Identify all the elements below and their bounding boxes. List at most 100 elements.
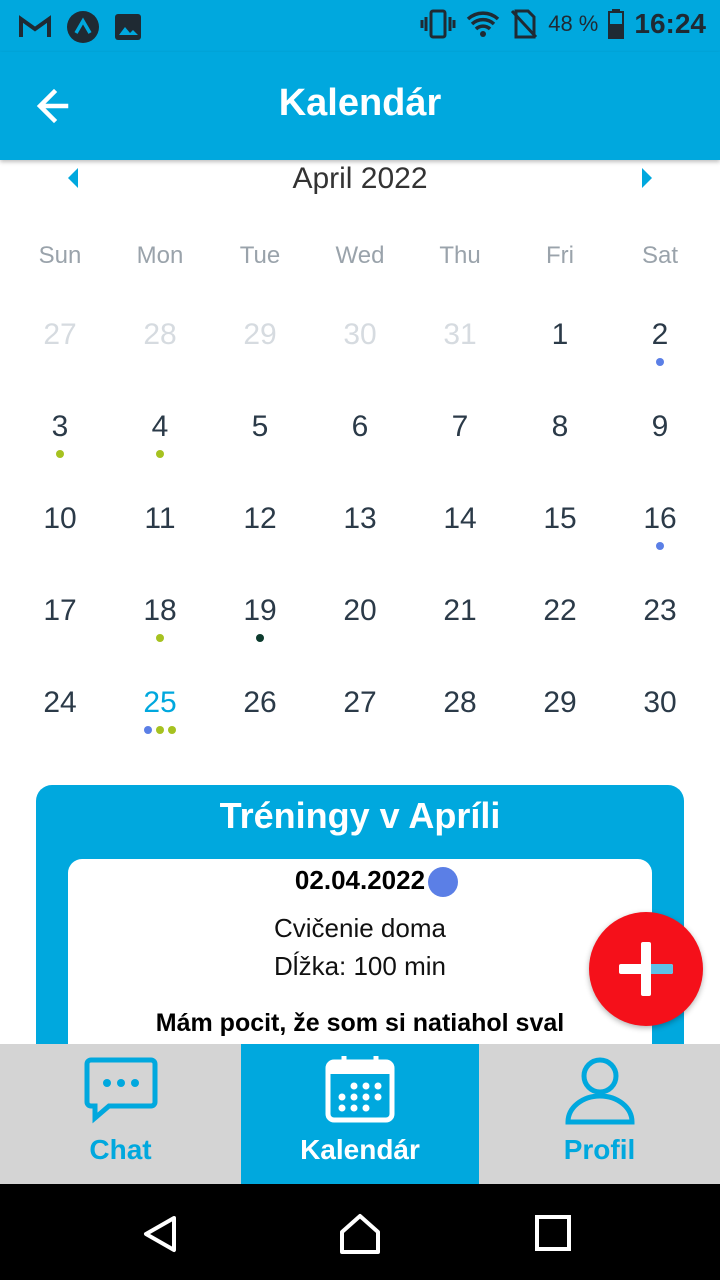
month-selector: April 2022 <box>0 160 720 200</box>
calendar-day[interactable]: 23 <box>610 576 710 668</box>
event-dot <box>656 358 664 366</box>
nav-calendar[interactable]: Kalendár <box>241 1044 479 1184</box>
calendar-day[interactable]: 27 <box>310 668 410 760</box>
event-dots <box>110 634 210 642</box>
calendar-day[interactable]: 29 <box>210 300 310 392</box>
calendar-week: 3 4 5 6 7 8 9 <box>10 392 710 484</box>
event-dot <box>156 726 164 734</box>
add-training-button[interactable] <box>589 912 703 1026</box>
vibrate-icon <box>420 9 456 39</box>
calendar-day[interactable]: 4 <box>110 392 210 484</box>
image-icon <box>115 14 141 40</box>
event-dots <box>110 726 210 734</box>
day-number: 26 <box>243 686 277 719</box>
nav-profile-label: Profil <box>563 1134 636 1165</box>
day-number: 3 <box>51 410 69 443</box>
calendar-day[interactable]: 30 <box>310 300 410 392</box>
day-number: 23 <box>643 594 677 627</box>
day-number: 12 <box>243 502 277 535</box>
day-number: 16 <box>643 502 677 535</box>
month-label: April 2022 <box>292 162 428 195</box>
day-number: 22 <box>543 594 577 627</box>
calendar-day[interactable]: 15 <box>510 484 610 576</box>
event-dots <box>610 358 710 366</box>
training-note: Mám pocit, že som si natiahol sval <box>155 1009 565 1037</box>
day-number: 30 <box>343 318 377 351</box>
day-number: 28 <box>143 318 177 351</box>
calendar-day[interactable]: 1 <box>510 300 610 392</box>
calendar-day[interactable]: 27 <box>10 300 110 392</box>
recents-icon[interactable] <box>534 1214 572 1252</box>
day-number: 11 <box>144 502 176 535</box>
calendar-day[interactable]: 11 <box>110 484 210 576</box>
weekday-label: Fri <box>546 242 574 269</box>
calendar-day[interactable]: 16 <box>610 484 710 576</box>
profile-icon <box>564 1057 635 1125</box>
calendar-day[interactable]: 18 <box>110 576 210 668</box>
calendar-day[interactable]: 22 <box>510 576 610 668</box>
calendar-day[interactable]: 12 <box>210 484 310 576</box>
event-dot <box>256 634 264 642</box>
day-number: 8 <box>551 410 569 443</box>
day-number: 1 <box>551 318 569 351</box>
battery-icon <box>608 9 625 39</box>
calendar-day[interactable]: 6 <box>310 392 410 484</box>
nav-chat[interactable]: Chat <box>0 1044 241 1184</box>
day-number: 10 <box>43 502 77 535</box>
calendar-day[interactable]: 10 <box>10 484 110 576</box>
chat-icon <box>84 1057 157 1124</box>
calendar-day[interactable]: 3 <box>10 392 110 484</box>
calendar-grid: 27 28 29 30 31 1 2 3 4 5 6 7 8 9 10 11 12 13 14 15 16 17 18 19 2… <box>10 300 710 760</box>
nav-chat-label: Chat <box>89 1134 152 1165</box>
day-number: 24 <box>43 686 77 719</box>
day-number: 2 <box>651 318 669 351</box>
calendar-week: 24 25 26 27 28 29 30 <box>10 668 710 760</box>
calendar-day[interactable]: 9 <box>610 392 710 484</box>
day-number: 14 <box>443 502 477 535</box>
training-color-dot <box>428 867 458 897</box>
next-month-icon[interactable] <box>636 166 656 190</box>
battery-percent: 48 % <box>548 11 599 36</box>
calendar-day[interactable]: 7 <box>410 392 510 484</box>
calendar-day[interactable]: 8 <box>510 392 610 484</box>
calendar-day[interactable]: 17 <box>10 576 110 668</box>
home-icon[interactable] <box>338 1212 382 1256</box>
calendar-day[interactable]: 26 <box>210 668 310 760</box>
day-number: 7 <box>451 410 469 443</box>
calendar-day[interactable]: 13 <box>310 484 410 576</box>
weekday-label: Sat <box>641 242 679 269</box>
nav-calendar-label: Kalendár <box>300 1134 420 1165</box>
event-dot <box>156 450 164 458</box>
calendar-day[interactable]: 24 <box>10 668 110 760</box>
trainings-card: Tréningy v Apríli 02.04.2022 Cvičenie do… <box>36 785 684 1079</box>
calendar-day[interactable]: 5 <box>210 392 310 484</box>
day-number: 30 <box>643 686 677 719</box>
calendar-day[interactable]: 30 <box>610 668 710 760</box>
day-number: 15 <box>543 502 577 535</box>
weekday-label: Mon <box>136 242 184 269</box>
gmail-icon <box>19 15 51 37</box>
calendar-day[interactable]: 28 <box>110 300 210 392</box>
app-bar: Kalendár <box>0 52 720 160</box>
status-bar: 48 % 16:24 <box>0 0 720 52</box>
day-number: 5 <box>251 410 269 443</box>
calendar-day-today[interactable]: 25 <box>110 668 210 760</box>
calendar-day[interactable]: 2 <box>610 300 710 392</box>
day-number: 9 <box>651 410 669 443</box>
training-date: 02.04.2022 <box>294 865 426 895</box>
calendar-day[interactable]: 31 <box>410 300 510 392</box>
day-number: 27 <box>43 318 77 351</box>
calendar-day[interactable]: 19 <box>210 576 310 668</box>
calendar-day[interactable]: 29 <box>510 668 610 760</box>
calendar-day[interactable]: 28 <box>410 668 510 760</box>
system-nav-bar <box>0 1184 720 1280</box>
weekday-header: Sun Mon Tue Wed Thu Fri Sat <box>10 242 710 270</box>
back-triangle-icon[interactable] <box>140 1214 180 1254</box>
day-number: 28 <box>443 686 477 719</box>
day-number: 18 <box>143 594 177 627</box>
calendar-day[interactable]: 21 <box>410 576 510 668</box>
calendar-day[interactable]: 14 <box>410 484 510 576</box>
nav-profile[interactable]: Profil <box>479 1044 720 1184</box>
calendar-day[interactable]: 20 <box>310 576 410 668</box>
day-number: 29 <box>243 318 277 351</box>
